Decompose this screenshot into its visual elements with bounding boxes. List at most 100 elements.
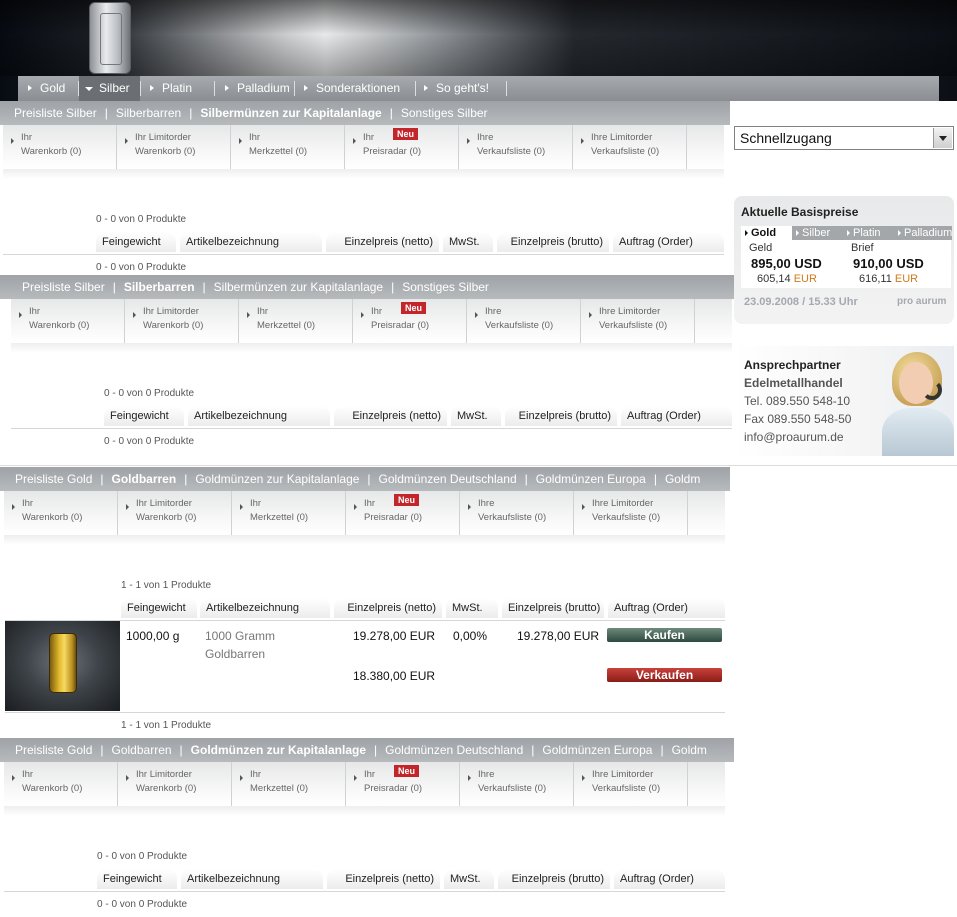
tool-verkaufsliste[interactable]: Ihre Verkaufsliste (0) (460, 491, 574, 535)
sub-nav-gold: Preisliste Gold | Goldbarren | Goldmünzen zu… (0, 738, 734, 762)
tool-warenkorb[interactable]: Ihr Warenkorb (0) (4, 491, 118, 535)
price-tab-gold[interactable]: Gold (741, 226, 793, 240)
sub-link-goldbarren[interactable]: Goldbarren (112, 738, 172, 762)
sub-link-goldmuenzen[interactable]: Goldmünzen zur Kapitalanlage (195, 467, 359, 491)
col-feingewicht[interactable]: Feingewicht (104, 406, 184, 426)
col-einzelpreis-netto[interactable]: Einzelpreis (netto) (326, 232, 439, 252)
sub-link-goldmuenzen[interactable]: Goldmünzen zur Kapitalanlage (191, 738, 366, 762)
tool-preisradar[interactable]: Neu Ihr Preisradar (0) (346, 762, 460, 806)
sub-link-preisliste-silber[interactable]: Preisliste Silber (14, 101, 97, 125)
kaufen-button[interactable]: Kaufen (607, 628, 722, 642)
col-einzelpreis-netto[interactable]: Einzelpreis (netto) (334, 598, 442, 618)
product-image[interactable] (5, 621, 120, 711)
quick-access-select[interactable]: Schnellzugang (734, 126, 954, 150)
tool-limitorder-verkaufsliste[interactable]: Ihre Limitorder Verkaufsliste (0) (574, 491, 688, 535)
nav-silber[interactable]: Silber (79, 76, 140, 101)
col-einzelpreis-netto[interactable]: Einzelpreis (netto) (334, 406, 447, 426)
tool-preisradar[interactable]: Neu Ihr Preisradar (0) (346, 491, 460, 535)
tool-merkzettel[interactable]: Ihr Merkzettel (0) (232, 491, 346, 535)
col-auftrag[interactable]: Auftrag (Order) (608, 598, 725, 618)
sub-link-sonstiges-silber[interactable]: Sonstiges Silber (401, 101, 488, 125)
sub-link-goldmuenzen-europa[interactable]: Goldmünzen Europa (542, 738, 652, 762)
col-artikelbezeichnung[interactable]: Artikelbezeichnung (200, 598, 330, 618)
price-tab-silber[interactable]: Silber (792, 226, 844, 240)
product-vat: 0,00% (453, 629, 488, 643)
tool-warenkorb[interactable]: Ihr Warenkorb (0) (3, 125, 117, 169)
nav-gold[interactable]: Gold (20, 76, 78, 101)
product-name-link[interactable]: 1000 Gramm Goldbarren (205, 627, 305, 663)
col-artikelbezeichnung[interactable]: Artikelbezeichnung (188, 406, 330, 426)
price-tab-palladium[interactable]: Palladium (894, 226, 952, 240)
ask-eur: 616,11 EUR (859, 273, 919, 285)
tool-verkaufsliste[interactable]: Ihre Verkaufsliste (0) (467, 299, 581, 343)
sub-link-goldmuenzen-europa[interactable]: Goldmünzen Europa (536, 467, 646, 491)
tool-merkzettel[interactable]: Ihr Merkzettel (0) (231, 125, 345, 169)
product-count: 0 - 0 von 0 Produkte (96, 214, 187, 225)
col-einzelpreis-brutto[interactable]: Einzelpreis (brutto) (502, 598, 604, 618)
gold-bar-image (49, 633, 77, 693)
tool-warenkorb[interactable]: Ihr Warenkorb (0) (11, 299, 125, 343)
tool-limitorder-warenkorb[interactable]: Ihr Limitorder Warenkorb (0) (118, 491, 232, 535)
col-feingewicht[interactable]: Feingewicht (97, 869, 177, 889)
col-einzelpreis-brutto[interactable]: Einzelpreis (brutto) (505, 406, 617, 426)
tool-limitorder-warenkorb[interactable]: Ihr Limitorder Warenkorb (0) (125, 299, 239, 343)
sub-link-preisliste-gold[interactable]: Preisliste Gold (15, 738, 92, 762)
sub-link-sonstiges-silber[interactable]: Sonstiges Silber (402, 275, 489, 299)
tool-preisradar[interactable]: Neu Ihr Preisradar (0) (353, 299, 467, 343)
col-einzelpreis-brutto[interactable]: Einzelpreis (brutto) (497, 232, 609, 252)
col-auftrag[interactable]: Auftrag (Order) (621, 406, 732, 426)
col-feingewicht[interactable]: Feingewicht (96, 232, 176, 252)
sub-link-preisliste-gold[interactable]: Preisliste Gold (15, 467, 92, 491)
tool-verkaufsliste[interactable]: Ihre Verkaufsliste (0) (459, 125, 573, 169)
nav-so-gehts[interactable]: So geht's! (416, 76, 506, 101)
sub-link-silbermuenzen[interactable]: Silbermünzen zur Kapitalanlage (200, 101, 381, 125)
tool-limitorder-verkaufsliste[interactable]: Ihre Limitorder Verkaufsliste (0) (573, 125, 687, 169)
sub-link-goldmuenzen-deutschland[interactable]: Goldmünzen Deutschland (385, 738, 523, 762)
col-einzelpreis-brutto[interactable]: Einzelpreis (brutto) (498, 869, 610, 889)
col-auftrag[interactable]: Auftrag (Order) (614, 869, 725, 889)
main-nav: Gold Silber Platin Palladium Sonderaktio… (18, 76, 939, 101)
col-auftrag[interactable]: Auftrag (Order) (613, 232, 724, 252)
tool-limitorder-verkaufsliste[interactable]: Ihre Limitorder Verkaufsliste (0) (581, 299, 695, 343)
col-feingewicht[interactable]: Feingewicht (121, 598, 197, 618)
table-header: Feingewicht Artikelbezeichnung Einzelpre… (104, 406, 732, 426)
tool-limitorder-warenkorb[interactable]: Ihr Limitorder Warenkorb (0) (118, 762, 232, 806)
tool-merkzettel[interactable]: Ihr Merkzettel (0) (232, 762, 346, 806)
sub-link-silberbarren[interactable]: Silberbarren (116, 101, 181, 125)
sub-link-silbermuenzen[interactable]: Silbermünzen zur Kapitalanlage (214, 275, 383, 299)
prices-title: Aktuelle Basispreise (741, 205, 859, 219)
nav-palladium[interactable]: Palladium (217, 76, 293, 101)
nav-sonderaktionen[interactable]: Sonderaktionen (296, 76, 414, 101)
tool-merkzettel[interactable]: Ihr Merkzettel (0) (239, 299, 353, 343)
chevron-down-icon[interactable] (933, 128, 952, 148)
tool-limitorder-verkaufsliste[interactable]: Ihre Limitorder Verkaufsliste (0) (574, 762, 688, 806)
tool-preisradar[interactable]: Neu Ihr Preisradar (0) (345, 125, 459, 169)
prices-brand[interactable]: pro aurum (897, 296, 946, 307)
neu-badge: Neu (401, 302, 427, 314)
contact-phone: Tel. 089.550 548-10 (744, 394, 851, 408)
col-mwst[interactable]: MwSt. (444, 869, 494, 889)
tool-limitorder-warenkorb[interactable]: Ihr Limitorder Warenkorb (0) (117, 125, 231, 169)
sub-link-preisliste-silber[interactable]: Preisliste Silber (22, 275, 105, 299)
tool-verkaufsliste[interactable]: Ihre Verkaufsliste (0) (460, 762, 574, 806)
contact-email-link[interactable]: info@proaurum.de (744, 430, 844, 444)
tool-warenkorb[interactable]: Ihr Warenkorb (0) (4, 762, 118, 806)
sub-link-goldm-truncated[interactable]: Goldm (665, 467, 700, 491)
col-mwst[interactable]: MwSt. (446, 598, 498, 618)
prices-panel: Geld Brief 895,00 USD 910,00 USD 605,14 … (741, 240, 951, 288)
sub-link-silberbarren[interactable]: Silberbarren (124, 275, 195, 299)
col-artikelbezeichnung[interactable]: Artikelbezeichnung (180, 232, 322, 252)
product-section-silbermuenzen: Preisliste Silber | Silberbarren | Silbermün… (0, 101, 730, 276)
verkaufen-button[interactable]: Verkaufen (607, 668, 722, 682)
col-mwst[interactable]: MwSt. (451, 406, 501, 426)
sub-link-goldbarren[interactable]: Goldbarren (112, 467, 177, 491)
col-mwst[interactable]: MwSt. (443, 232, 493, 252)
nav-platin[interactable]: Platin (142, 76, 214, 101)
col-artikelbezeichnung[interactable]: Artikelbezeichnung (181, 869, 323, 889)
sub-link-goldm-truncated[interactable]: Goldm (672, 738, 707, 762)
sub-link-goldmuenzen-deutschland[interactable]: Goldmünzen Deutschland (379, 467, 517, 491)
product-weight: 1000,00 g (126, 629, 180, 643)
price-tab-platin[interactable]: Platin (843, 226, 895, 240)
silver-bar-logo[interactable] (89, 2, 131, 74)
col-einzelpreis-netto[interactable]: Einzelpreis (netto) (327, 869, 440, 889)
